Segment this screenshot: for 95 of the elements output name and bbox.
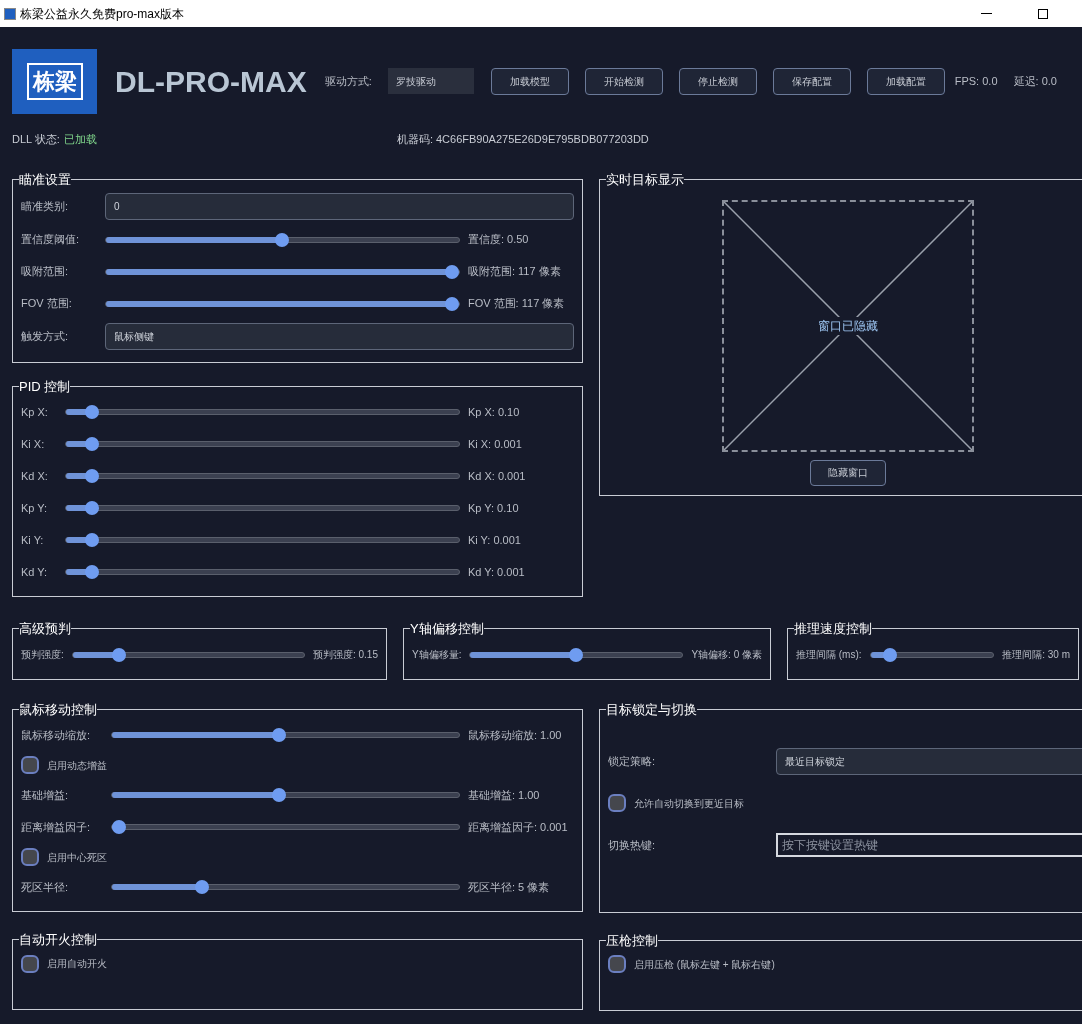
dll-status-value: 已加载 (63, 131, 97, 147)
group-title: 目标锁定与切换 (605, 700, 697, 719)
checkbox[interactable] (21, 954, 39, 973)
group-title: 实时目标显示 (605, 171, 684, 189)
row-label: FOV 范围: (21, 296, 73, 312)
maximize-icon[interactable] (1038, 8, 1048, 19)
row-label: Y轴偏移量: (412, 648, 462, 662)
driver-dropdown[interactable]: 罗技驱动 (387, 68, 474, 94)
app-name: DL-PRO-MAX (115, 63, 307, 100)
app-icon (4, 7, 16, 20)
fps-reading: FPS: 0.0 (954, 73, 998, 89)
slider-thumb[interactable] (84, 533, 99, 547)
row-label: 切换热键: (607, 837, 656, 853)
dll-status-label: DLL 状态: (12, 131, 60, 147)
slider-reading: Kp X: 0.10 (467, 404, 521, 420)
slider-thumb[interactable] (444, 264, 459, 279)
slider-reading: 吸附范围: 117 像素 (467, 264, 562, 280)
logo: 栋梁 (12, 48, 97, 114)
toolbar-button[interactable]: 停止检测 (678, 67, 757, 95)
row-label: Kd Y: (21, 564, 49, 580)
slider-thumb[interactable] (569, 647, 584, 662)
slider-thumb[interactable] (84, 501, 99, 515)
group-title: PID 控制 (19, 377, 71, 396)
slider-thumb[interactable] (84, 437, 99, 451)
row-label: 鼠标移动缩放: (21, 727, 92, 743)
row-label: 距离增益因子: (21, 819, 92, 835)
hotkey-field[interactable]: 按下按键设置热键 (775, 833, 1082, 857)
checkbox-label: 启用中心死区 (47, 850, 107, 865)
slider-thumb[interactable] (84, 405, 99, 419)
checkbox[interactable] (607, 955, 626, 973)
toolbar-button[interactable]: 加载配置 (866, 67, 945, 95)
group-title: 自动开火控制 (19, 931, 97, 949)
row-label: Kd X: (21, 468, 49, 484)
checkbox[interactable] (21, 756, 39, 774)
slider-thumb[interactable] (84, 565, 99, 579)
row-label: 推理间隔 (ms): (796, 648, 862, 662)
slider-thumb[interactable] (271, 788, 286, 802)
slider-thumb[interactable] (444, 296, 459, 311)
row-label: 死区半径: (21, 879, 70, 895)
slider-reading: 预判强度: 0.15 (312, 648, 378, 662)
row-label: 基础增益: (21, 787, 70, 803)
group-title: Y轴偏移控制 (410, 620, 484, 638)
checkbox-label: 启用动态增益 (47, 758, 107, 773)
group-title: 瞄准设置 (19, 171, 71, 189)
row-label: 置信度阈值: (21, 232, 81, 248)
input-field[interactable]: 鼠标侧键 (105, 323, 574, 350)
group-title: 鼠标移动控制 (19, 700, 97, 719)
slider-reading: FOV 范围: 117 像素 (467, 296, 566, 312)
checkbox-label: 允许自动切换到更近目标 (633, 796, 744, 811)
group-title: 推理速度控制 (794, 620, 872, 638)
driver-label: 驱动方式: (324, 73, 372, 89)
slider-reading: Ki X: 0.001 (467, 436, 523, 452)
row-label: Ki Y: (21, 532, 45, 548)
row-label: Ki X: (21, 436, 46, 452)
latency-reading: 延迟: 0.0 (1013, 73, 1057, 89)
slider-reading: 置信度: 0.50 (467, 232, 530, 248)
slider-thumb[interactable] (271, 728, 286, 742)
slider-reading: 死区半径: 5 像素 (467, 879, 551, 895)
checkbox[interactable] (21, 848, 39, 866)
input-field[interactable]: 0 (105, 193, 574, 220)
group-title: 压枪控制 (605, 931, 658, 950)
slider-thumb[interactable] (84, 469, 99, 483)
checkbox-label: 启用压枪 (鼠标左键 + 鼠标右键) (633, 957, 775, 972)
toolbar-button[interactable]: 加载模型 (490, 67, 569, 95)
row-label: 预判强度: (21, 648, 64, 662)
row-label: Kp X: (21, 404, 49, 420)
checkbox-label: 启用自动开火 (47, 957, 107, 971)
hidden-window-text: 窗口已隐藏 (818, 316, 879, 335)
slider-reading: Ki Y: 0.001 (467, 532, 522, 548)
slider-thumb[interactable] (195, 880, 210, 894)
toolbar-button[interactable]: 保存配置 (772, 67, 851, 95)
machine-code: 机器码: 4C66FB90A275E26D9E795BDB077203DD (396, 131, 649, 147)
row-label: 触发方式: (21, 329, 70, 345)
row-label: 瞄准类别: (21, 199, 70, 215)
slider-reading: 距离增益因子: 0.001 (467, 819, 569, 835)
hide-window-button[interactable]: 隐藏窗口 (810, 459, 887, 486)
slider-reading: Y轴偏移: 0 像素 (691, 648, 762, 662)
slider-reading: Kp Y: 0.10 (467, 500, 520, 516)
slider-reading: Kd X: 0.001 (467, 468, 527, 484)
group-title: 高级预判 (19, 620, 71, 638)
slider-reading: 推理间隔: 30 m (1002, 648, 1070, 662)
slider-thumb[interactable] (275, 232, 290, 247)
row-label: 吸附范围: (21, 264, 70, 280)
dropdown[interactable]: 最近目标锁定 (775, 747, 1082, 775)
checkbox[interactable] (607, 794, 626, 812)
slider-reading: Kd Y: 0.001 (467, 564, 526, 580)
slider-reading: 鼠标移动缩放: 1.00 (467, 727, 563, 743)
slider-reading: 基础增益: 1.00 (467, 787, 541, 803)
slider-thumb[interactable] (112, 647, 126, 662)
row-label: 锁定策略: (607, 753, 656, 769)
slider-thumb[interactable] (111, 820, 126, 834)
slider-thumb[interactable] (883, 647, 898, 662)
toolbar-button[interactable]: 开始检测 (584, 67, 663, 95)
row-label: Kp Y: (21, 500, 49, 516)
window-title: 栋梁公益永久免费pro-max版本 (20, 5, 184, 23)
